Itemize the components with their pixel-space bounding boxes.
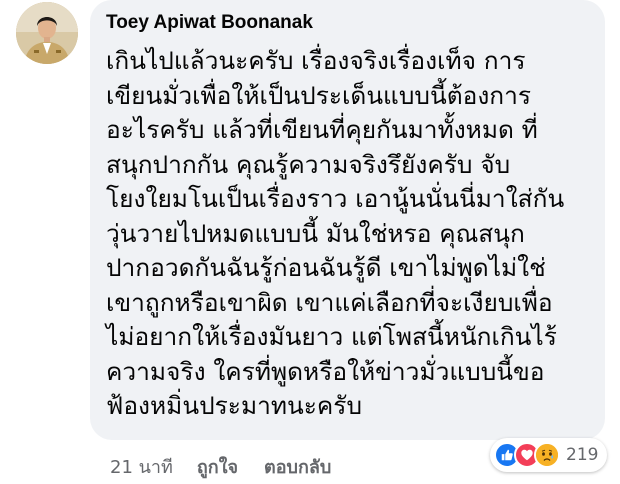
avatar[interactable]: [16, 2, 78, 64]
comment-text-line: ความจริง ใครที่พูดหรือให้ข่าวมั่วแบบนี้ข…: [106, 356, 545, 386]
reactions-count: 219: [566, 445, 599, 465]
comment-bubble: Toey Apiwat Boonanak เกินไปแล้วนะครับ เร…: [90, 0, 605, 440]
comment-author-name[interactable]: Toey Apiwat Boonanak: [106, 10, 591, 36]
comment-text-line: เกินไปแล้วนะครับ เรื่องจริงเรื่องเท็จ กา…: [106, 46, 526, 75]
comment-text-line: วุ่นวายไปหมดแบบนี้ มันใช่หรอ คุณสนุก: [106, 218, 525, 248]
reply-button[interactable]: ตอบกลับ: [264, 452, 331, 481]
comment-text-line: อะไรครับ แล้วที่เขียนที่คุยกันมาทั้งหมด …: [106, 115, 538, 144]
like-button[interactable]: ถูกใจ: [197, 452, 238, 481]
comment-text-line: สนุกปากกัน คุณรู้ความจริงรึยังครับ จับ: [106, 149, 511, 179]
comment-text-line: โยงใยมโนเป็นเรื่องราว เอานู้นนั่นนี่มาใส…: [106, 184, 565, 213]
comment-text-line: เขียนมั่วเพื่อให้เป็นประเด็นแบบนี้ต้องกา…: [106, 80, 532, 110]
comment-text-line: ไม่อยากให้เรื่องมันยาว แต่โพสนี้หนักเกิน…: [106, 322, 557, 351]
comment-text-line: ฟ้องหมิ่นประมาทนะครับ: [106, 391, 363, 420]
reactions-summary[interactable]: 219: [490, 438, 608, 472]
comment-text-line: เขาถูกหรือเขาผิด เขาแค่เลือกที่จะเงียบเพ…: [106, 287, 553, 317]
comment-text-line: ปากอวดกันฉันรู้ก่อนฉันรู้ดี เขาไม่พูดไม่…: [106, 253, 546, 282]
comment-actions: 21 นาที ถูกใจ ตอบกลับ: [110, 452, 357, 481]
comment-text: เกินไปแล้วนะครับ เรื่องจริงเรื่องเท็จ กา…: [106, 44, 591, 424]
avatar-portrait-icon: [16, 2, 78, 64]
sad-icon: [534, 442, 560, 468]
comment-timestamp[interactable]: 21 นาที: [110, 452, 173, 481]
comment-container: Toey Apiwat Boonanak เกินไปแล้วนะครับ เร…: [0, 0, 620, 484]
